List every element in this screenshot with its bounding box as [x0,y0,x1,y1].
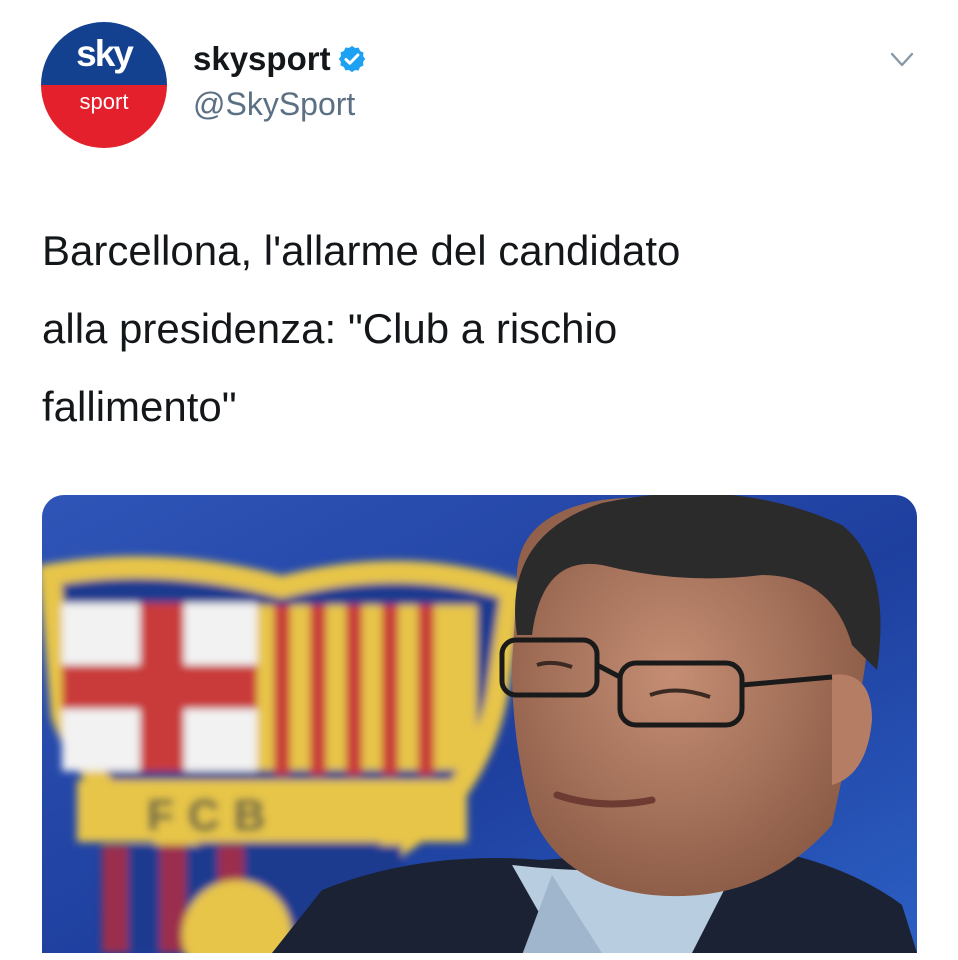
verified-badge-icon [338,45,365,73]
crest-letters: FCB [147,791,279,840]
display-name[interactable]: skysport [193,40,331,78]
tweet-text: Barcellona, l'allarme del candidato alla… [42,227,681,430]
chevron-down-icon[interactable] [884,48,920,74]
display-name-row[interactable]: skysport [193,40,367,78]
avatar[interactable]: sky sport [41,22,167,148]
avatar-sky-text: sky [76,33,134,74]
media-image[interactable]: FCB [42,495,917,953]
handle[interactable]: @SkySport [193,86,355,123]
avatar-sport-text: sport [79,89,129,114]
tweet-card[interactable]: sky sport skysport @SkySport Barcellona,… [0,0,958,960]
photo-illustration: FCB [42,495,917,953]
